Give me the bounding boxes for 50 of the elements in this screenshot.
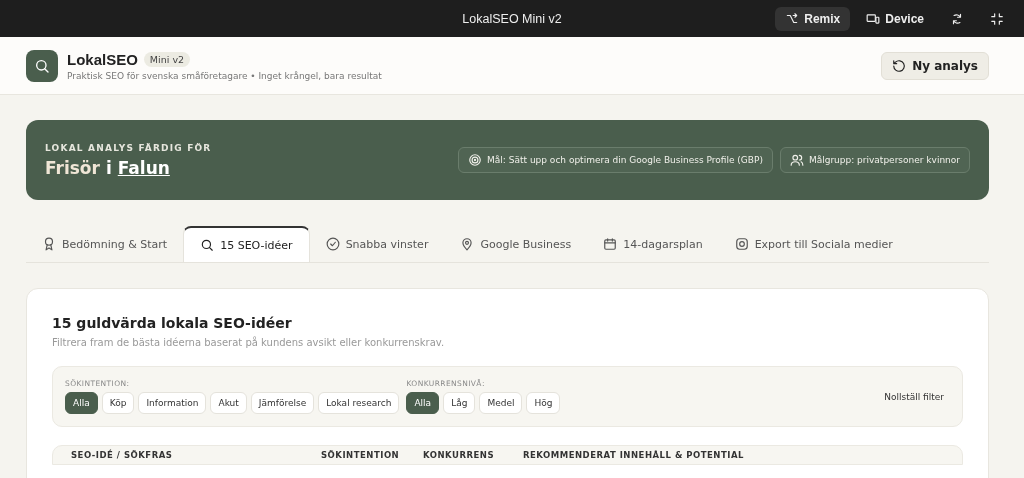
search-icon [34,57,50,74]
fullscreen-icon [990,11,1004,26]
filter-chip[interactable]: Köp [101,392,135,414]
tagline: Praktisk SEO för svenska småföretagare • Inget krångel, bara resultat [67,70,382,81]
award-icon [42,237,56,251]
calendar-icon [603,237,618,251]
reset-filter-link[interactable]: Nollställ filter [878,390,950,403]
refresh-icon [950,11,964,26]
tab[interactable]: Snabba vinster [309,226,445,262]
filter-chip[interactable]: Lokal research [318,392,400,414]
branch-icon [785,11,800,26]
banner-eyebrow: LOKAL ANALYS FÄRDIG FÖR [45,142,212,153]
info-chip: Mål: Sätt upp och optimera din Google Business Profile (GBP) [458,147,773,173]
tab[interactable]: 14-dagarsplan [587,226,719,262]
column-header: SEO-IDÉ / SÖKFRAS [71,450,174,460]
section-title: 15 guldvärda lokala SEO-idéer [52,315,293,331]
map-pin-icon [460,237,475,251]
device-icon [866,11,881,26]
tab[interactable]: Bedömning & Start [26,226,184,262]
tab[interactable]: Google Business [444,226,588,262]
city-name: Falun [117,157,170,178]
app-name: LokalSEO [67,50,138,68]
check-circle-icon [325,237,340,251]
refresh-icon [892,58,907,73]
filter-chip[interactable]: Jämförelse [250,392,315,414]
remix-button[interactable]: Remix [775,6,851,31]
column-header: REKOMMENDERAT INNEHÅLL & POTENTIAL [523,450,745,460]
target-icon [468,153,483,167]
device-button[interactable]: Device [856,6,934,31]
column-header: KONKURRENS [423,450,496,460]
info-chip: Målgrupp: privatpersoner kvinnor [779,147,970,173]
camera-icon [734,237,749,251]
column-header: SÖKINTENTION [321,450,401,460]
filter-chip[interactable]: Låg [443,392,476,414]
business-type: Frisör [45,157,100,178]
tab[interactable]: 15 SEO-idéer [183,226,310,262]
section-subtitle: Filtrera fram de bästa idéerna baserat på kundens avsikt eller konkurrenskrav. [52,337,446,348]
filter-chip[interactable]: Hög [526,392,561,414]
filter-chip[interactable]: Medel [479,392,523,414]
search-icon [200,238,215,252]
filter-chip[interactable]: Alla [406,392,440,414]
window-title: LokalSEO Mini v2 [462,11,562,26]
filter-chip[interactable]: Akut [210,392,247,414]
version-badge: Mini v2 [143,51,191,67]
filter-chip[interactable]: Alla [65,392,98,414]
users-icon [789,153,804,167]
tab[interactable]: Export till Sociala medier [718,226,909,262]
connector-text: i [105,157,112,178]
filter-chip[interactable]: Information [138,392,207,414]
new-analysis-button[interactable]: Ny analys [881,51,989,80]
